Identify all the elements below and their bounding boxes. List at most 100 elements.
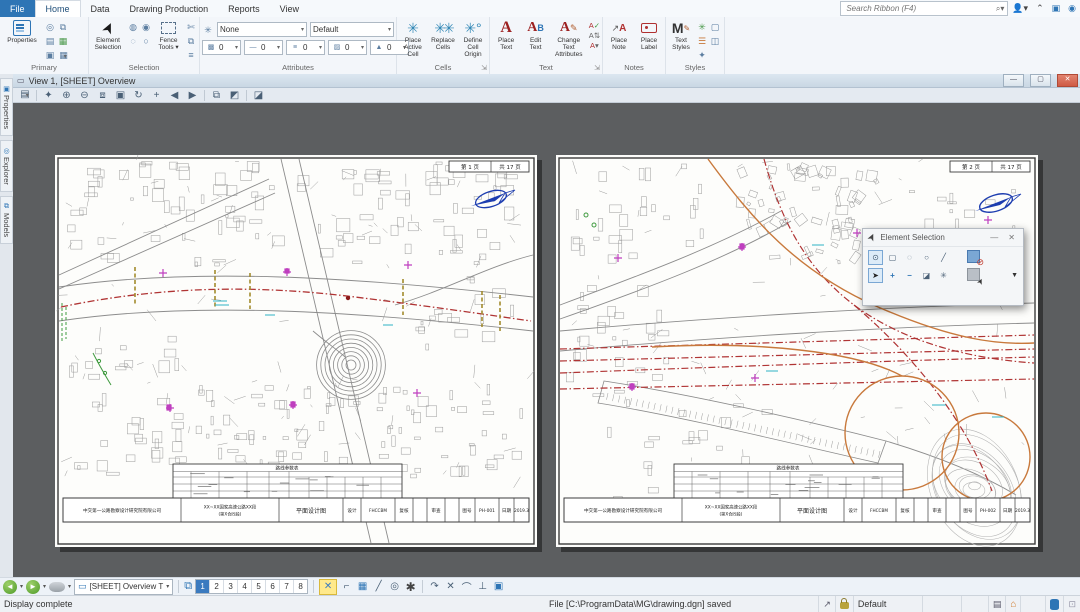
help-icon[interactable]: ◉: [1064, 0, 1080, 17]
select-line-icon[interactable]: ╱: [936, 250, 951, 265]
view-8-button[interactable]: 8: [294, 580, 307, 593]
copy-icon[interactable]: ⧉: [185, 35, 197, 47]
replace-cells-button[interactable]: ✳✳ Replace Cells: [429, 19, 457, 51]
fit-view-icon[interactable]: ▣: [114, 89, 127, 102]
transparency-select[interactable]: ▨ 0▾: [328, 40, 367, 55]
tab-view[interactable]: View: [270, 0, 309, 17]
place-label-button[interactable]: Place Label: [635, 19, 663, 51]
view-4-button[interactable]: 4: [238, 580, 252, 593]
references-icon[interactable]: ▦: [57, 35, 69, 47]
view-restore-button[interactable]: ▢: [1030, 74, 1051, 87]
paste-icon[interactable]: ≡: [185, 49, 197, 61]
element-selection-button[interactable]: ➤ Element Selection: [91, 19, 125, 51]
sheet-1[interactable]: 路线参数表: [55, 155, 537, 547]
arc-snap-icon[interactable]: ⌒: [460, 579, 473, 594]
default-tool-icon[interactable]: ⌂: [1010, 599, 1016, 610]
snap-mode-icon[interactable]: ⌐: [340, 581, 353, 592]
line-weight-select[interactable]: ≡ 0▾: [286, 40, 325, 55]
dialog-minimize-button[interactable]: —: [987, 233, 1001, 242]
view-previous-icon[interactable]: ◀: [168, 89, 181, 102]
select-all-icon[interactable]: ✳: [936, 268, 951, 283]
subtract-selection-icon[interactable]: −: [902, 268, 917, 283]
element-selection-dialog[interactable]: ➤ Element Selection — ✕ ⊙ ▢ ◌ ○ ╱ ⊘ ➤ + …: [862, 228, 1024, 306]
selection-info-icon[interactable]: ⊡: [1068, 599, 1076, 610]
add-selection-icon[interactable]: +: [885, 268, 900, 283]
text-case-icon[interactable]: A⇅: [589, 31, 600, 40]
zoom-in-icon[interactable]: ⊕: [60, 89, 73, 102]
invert-selection-icon[interactable]: ◪: [919, 268, 934, 283]
tab-file[interactable]: File: [0, 0, 35, 17]
history-dropdown-icon[interactable]: ▾: [68, 583, 71, 590]
new-selection-icon[interactable]: ⊘: [967, 250, 982, 265]
clipboard-icon[interactable]: ▤: [44, 35, 56, 47]
forward-dropdown-icon[interactable]: ▾: [43, 583, 46, 590]
view-history-button[interactable]: [49, 582, 65, 592]
copy-view-icon[interactable]: ⧉: [210, 89, 223, 102]
back-dropdown-icon[interactable]: ▾: [20, 583, 23, 590]
database-icon[interactable]: [1050, 599, 1059, 610]
select-pointer-icon[interactable]: ➤: [868, 268, 883, 283]
sidebar-item-models[interactable]: ⧉Models: [0, 196, 13, 244]
perpendicular-snap-icon[interactable]: ⊥: [476, 581, 489, 592]
sheet-2[interactable]: 路线参数表: [556, 155, 1038, 547]
spell-check-icon[interactable]: A✓: [589, 21, 600, 30]
search-dropdown-icon[interactable]: ▾: [1000, 4, 1004, 13]
view-6-button[interactable]: 6: [266, 580, 280, 593]
connect-icon[interactable]: ▣: [1048, 0, 1065, 17]
view-next-icon[interactable]: ▶: [186, 89, 199, 102]
view-5-button[interactable]: 5: [252, 580, 266, 593]
sketch-icon[interactable]: ╱: [372, 581, 385, 592]
place-active-cell-button[interactable]: ✳ Place Active Cell: [399, 19, 427, 58]
view-titlebar[interactable]: ▭ View 1, [SHEET] Overview — ▢ ✕: [13, 74, 1080, 88]
window-area-icon[interactable]: ⧈: [96, 89, 109, 102]
intersect-snap-icon[interactable]: ✕: [444, 581, 457, 592]
define-cell-origin-button[interactable]: ✳° Define Cell Origin: [459, 19, 487, 58]
ribbon-search[interactable]: ⌕ ▾: [840, 1, 1008, 16]
sheet-status-icon[interactable]: ▤: [993, 599, 1002, 610]
clip-mask-icon[interactable]: ◪: [252, 89, 265, 102]
view-2-button[interactable]: 2: [210, 580, 224, 593]
active-level-select[interactable]: Default: [853, 596, 922, 612]
region-select-icon[interactable]: ▣: [492, 581, 505, 592]
dialog-titlebar[interactable]: ➤ Element Selection — ✕: [863, 229, 1023, 247]
line-style-select[interactable]: — 0▾: [244, 40, 283, 55]
element-templates-icon[interactable]: ▢: [709, 21, 721, 33]
active-color-select[interactable]: ▩ 0▾: [202, 40, 241, 55]
clear-selection-button[interactable]: ✕: [319, 579, 337, 595]
text-styles-button[interactable]: M✎ Text Styles: [668, 19, 694, 51]
multiline-styles-icon[interactable]: ☰: [696, 35, 708, 47]
settings-gear-icon[interactable]: ✱: [404, 580, 417, 594]
select-circle-icon[interactable]: ◍: [127, 21, 139, 33]
view-1-button[interactable]: 1: [196, 580, 210, 593]
clear-selection-icon[interactable]: ➤: [967, 268, 982, 283]
edit-text-button[interactable]: AB Edit Text: [522, 19, 548, 51]
fence-tools-button[interactable]: Fence Tools ▾: [154, 19, 183, 51]
clip-volume-icon[interactable]: ◩: [228, 89, 241, 102]
search-input[interactable]: [844, 3, 996, 14]
select-block-icon[interactable]: ◉: [140, 21, 152, 33]
forward-button[interactable]: ►: [26, 580, 40, 594]
dialog-expand-icon[interactable]: ▼: [1011, 272, 1018, 279]
place-text-button[interactable]: A Place Text: [492, 19, 520, 51]
drawing-canvas[interactable]: 路线参数表: [13, 103, 1080, 577]
pan-view-icon[interactable]: +: [150, 89, 163, 102]
tab-reports[interactable]: Reports: [218, 0, 270, 17]
tab-data[interactable]: Data: [81, 0, 120, 17]
collapse-ribbon-icon[interactable]: ⌃: [1032, 0, 1048, 17]
display-styles-icon[interactable]: ◫: [709, 35, 721, 47]
change-text-attributes-button[interactable]: A✎ Change Text Attributes: [551, 19, 587, 58]
zoom-out-icon[interactable]: ⊖: [78, 89, 91, 102]
tools-grid-icon[interactable]: ▦▾: [57, 49, 69, 61]
models-icon[interactable]: ⧉: [57, 21, 69, 33]
style-tools-icon[interactable]: ✦: [696, 49, 708, 61]
dialog-close-button[interactable]: ✕: [1005, 233, 1018, 242]
view-3-button[interactable]: 3: [224, 580, 238, 593]
pen-mode-icon[interactable]: ↗: [823, 599, 831, 610]
select-shape-icon[interactable]: ◌: [127, 35, 139, 47]
view-toggles-icon[interactable]: ⧉: [184, 580, 192, 593]
accudraw-icon[interactable]: ▦: [356, 581, 369, 592]
dimension-styles-icon[interactable]: ✳: [696, 21, 708, 33]
properties-button[interactable]: Properties: [2, 19, 42, 44]
lock-icon[interactable]: [840, 602, 849, 609]
curve-snap-icon[interactable]: ↷: [428, 581, 441, 592]
